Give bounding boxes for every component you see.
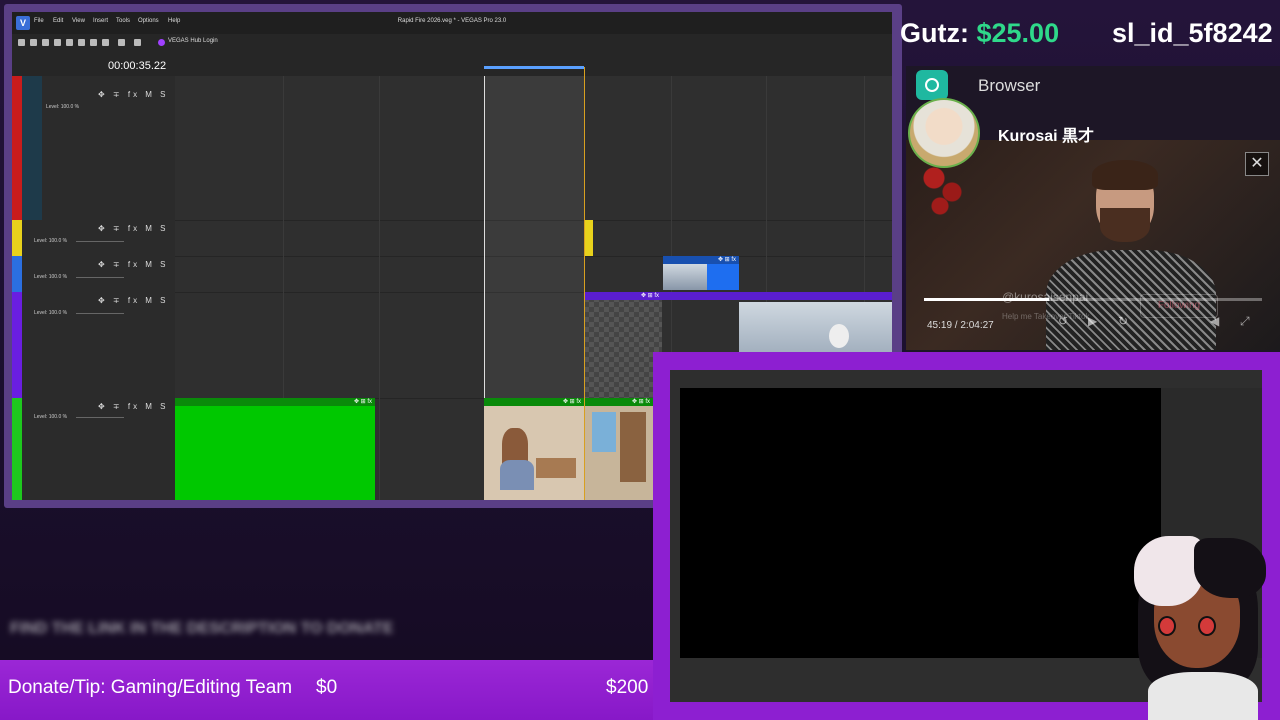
track-color-red (12, 76, 22, 220)
blurred-banner-text: FIND THE LINK IN THE DESCRIPTION TO DONA… (10, 620, 394, 637)
video-caption: Help me Takeover Tiktok (1002, 312, 1090, 321)
save-icon[interactable] (42, 39, 49, 46)
clip-fx-icons[interactable]: ✥ ⊞ fx (584, 398, 653, 406)
track-controls[interactable]: ✥ ∓ fx M S (98, 224, 169, 233)
channel-avatar[interactable] (908, 98, 980, 168)
level-slider[interactable] (76, 277, 124, 278)
streamer-beard (1100, 208, 1150, 242)
yellow-track-clip[interactable] (585, 220, 593, 256)
clip-thumbnail (663, 264, 707, 290)
avatar-bangs-black (1194, 538, 1266, 598)
donation-current: $0 (316, 677, 338, 698)
track-header-2[interactable]: ✥ ∓ fx M S Level: 100.0 % (12, 220, 175, 257)
avatar-eye-right (1198, 616, 1216, 636)
video-time: 45:19 / 2:04:27 (927, 320, 994, 331)
timecode-display: 00:00:35.22 (108, 60, 167, 72)
blue-track-clip[interactable]: ✥ ⊞ fx (663, 256, 739, 290)
cut-icon[interactable] (78, 39, 85, 46)
avatar-body (1148, 672, 1258, 720)
track-header-4[interactable]: ✥ ∓ fx M S Level: 100.0 % (12, 292, 175, 399)
properties-icon[interactable] (66, 39, 73, 46)
anime-character-body (500, 460, 534, 490)
grid-line (379, 76, 380, 500)
clip-fx-icons[interactable]: ✥ ⊞ fx (484, 398, 584, 406)
channel-name[interactable]: Kurosai 黒才 (998, 122, 1094, 146)
session-id: sl_id_5f8242 (1112, 18, 1273, 48)
window-scene (592, 412, 616, 452)
anime-character-white (829, 324, 849, 348)
clip-fx-icons[interactable]: ✥ ⊞ fx (175, 398, 375, 406)
display-capture-screen (680, 388, 1161, 658)
purple-track-clip[interactable] (662, 292, 892, 300)
open-file-icon[interactable] (30, 39, 37, 46)
track-header-1[interactable]: ✥ ∓ fx M S Level: 100.0 % (12, 76, 175, 221)
track-level: Level: 100.0 % (34, 310, 68, 316)
anime-table (536, 458, 576, 478)
transparent-clip[interactable]: ✥ ⊞ fx (584, 292, 662, 398)
anime-clip-1[interactable]: ✥ ⊞ fx (484, 398, 584, 500)
track-controls[interactable]: ✥ ∓ fx M S (98, 260, 169, 269)
track-level: Level: 100.0 % (34, 274, 68, 280)
track-header-3[interactable]: ✥ ∓ fx M S Level: 100.0 % (12, 256, 175, 293)
window-title: Rapid Fire 2026.veg * - VEGAS Pro 23.0 (397, 18, 507, 24)
level-slider[interactable] (76, 241, 124, 242)
rewind-icon[interactable]: ↺ (1058, 314, 1068, 328)
vegas-hub-icon[interactable] (158, 39, 165, 46)
door-scene (620, 412, 646, 482)
close-icon[interactable]: ✕ (1245, 152, 1269, 176)
anime-clip-2[interactable]: ✥ ⊞ fx (584, 398, 653, 500)
gutz-label: Gutz: (900, 18, 969, 48)
copy-icon[interactable] (90, 39, 97, 46)
donation-label: Donate/Tip: Gaming/Editing Team (8, 677, 293, 698)
video-progress-fill (924, 298, 1050, 301)
volume-icon[interactable]: ◀ (1210, 314, 1219, 328)
play-icon[interactable]: ▶ (1088, 314, 1097, 328)
avatar-eye-left (1158, 616, 1176, 636)
redo-icon[interactable] (134, 39, 141, 46)
vtuber-avatar (1128, 532, 1276, 720)
track-level: Level: 100.0 % (34, 238, 68, 244)
track-controls[interactable]: ✥ ∓ fx M S (98, 402, 169, 411)
forward-icon[interactable]: ↻ (1118, 314, 1128, 328)
track-color-green (12, 398, 22, 500)
hub-login-link[interactable]: VEGAS Hub Login (168, 38, 218, 44)
paste-icon[interactable] (102, 39, 109, 46)
track-level: Level: 100.0 % (46, 104, 80, 110)
track-color-purple (12, 292, 22, 398)
green-screen-clip[interactable]: ✥ ⊞ fx (175, 398, 375, 500)
track-number-strip (22, 76, 42, 220)
playhead-cursor[interactable] (584, 67, 585, 500)
track-controls[interactable]: ✥ ∓ fx M S (98, 90, 169, 99)
level-slider[interactable] (76, 417, 124, 418)
clip-fx-icons[interactable]: ✥ ⊞ fx (663, 256, 739, 264)
video-handle: @kurosaisenpai (1002, 290, 1089, 304)
gutz-amount: $25.00 (976, 18, 1060, 48)
track-header-5[interactable]: ✥ ∓ fx M S Level: 100.0 % (12, 398, 175, 500)
gutz-counter: Gutz: $25.00 (900, 18, 1059, 49)
streamer-hair (1092, 160, 1158, 190)
clip-fx-icons[interactable]: ✥ ⊞ fx (584, 292, 662, 300)
undo-icon[interactable] (118, 39, 125, 46)
donation-goal: $200 (606, 677, 649, 698)
new-file-icon[interactable] (18, 39, 25, 46)
track-level: Level: 100.0 % (34, 414, 68, 420)
browser-source-label: Browser (978, 76, 1041, 95)
browser-source-icon (916, 70, 948, 100)
render-icon[interactable] (54, 39, 61, 46)
loop-region-bar[interactable] (484, 66, 584, 69)
track-controls[interactable]: ✥ ∓ fx M S (98, 296, 169, 305)
track-color-blue (12, 256, 22, 292)
track-color-yellow (12, 220, 22, 256)
fullscreen-icon[interactable]: ⤢ (1240, 314, 1250, 329)
vegas-toolbar (12, 34, 892, 53)
level-slider[interactable] (76, 313, 124, 314)
